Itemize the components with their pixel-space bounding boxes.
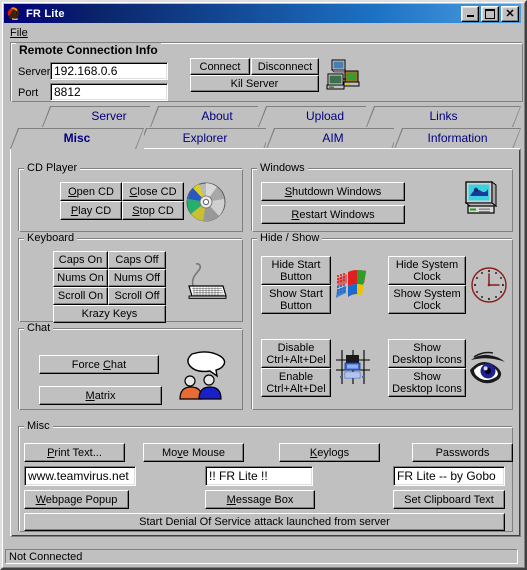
menu-bar: File bbox=[4, 24, 521, 42]
tab-explorer[interactable]: Explorer bbox=[138, 128, 272, 149]
webpage-url-input[interactable]: www.teamvirus.net bbox=[24, 466, 136, 486]
minimize-button[interactable] bbox=[461, 5, 479, 22]
menu-item-file[interactable]: File bbox=[4, 25, 34, 41]
enable-cad-line2: Ctrl+Alt+Del bbox=[266, 382, 326, 395]
keylogs-button[interactable]: Keylogs bbox=[279, 443, 380, 462]
monitor-icon bbox=[464, 180, 500, 218]
connect-button[interactable]: Connect bbox=[190, 58, 250, 75]
task-grid-icon bbox=[335, 348, 371, 386]
hide-desktop-icons-button[interactable]: Show Desktop Icons bbox=[388, 339, 466, 368]
status-text: Not Connected bbox=[5, 549, 518, 564]
misc-group-label: Misc bbox=[24, 420, 53, 432]
tab-about-label: About bbox=[201, 109, 233, 123]
show-icons-line1: Show bbox=[413, 370, 441, 383]
port-input[interactable]: 8812 bbox=[50, 83, 168, 101]
status-bar: Not Connected bbox=[4, 548, 521, 566]
hide-start-line2: Button bbox=[280, 270, 312, 283]
close-button[interactable]: ✕ bbox=[501, 5, 519, 22]
eye-icon bbox=[468, 346, 510, 388]
shutdown-windows-button[interactable]: Shutdown Windows bbox=[261, 182, 405, 201]
tab-control: Server About Upload Links Misc Explorer … bbox=[10, 106, 521, 150]
maximize-button[interactable] bbox=[481, 5, 499, 22]
set-clipboard-text-button[interactable]: Set Clipboard Text bbox=[393, 490, 505, 509]
hide-clock-line1: Hide System bbox=[395, 258, 459, 271]
tab-links-label: Links bbox=[429, 109, 458, 123]
app-window: FR Lite ✕ File Remote Connection Info Se… bbox=[0, 0, 527, 570]
clock-icon bbox=[470, 265, 508, 305]
disable-cad-line1: Disable bbox=[277, 341, 315, 354]
show-start-line1: Show Start bbox=[269, 287, 323, 300]
tab-explorer-label: Explorer bbox=[182, 131, 228, 145]
tab-information-label: Information bbox=[427, 131, 488, 145]
show-start-line2: Button bbox=[280, 299, 312, 312]
tab-aim[interactable]: AIM bbox=[266, 128, 400, 149]
show-clock-line2: Clock bbox=[413, 299, 441, 312]
disconnect-button[interactable]: Disconnect bbox=[251, 58, 319, 75]
hide-icons-line1: Show bbox=[413, 341, 441, 354]
show-desktop-icons-button[interactable]: Show Desktop Icons bbox=[388, 368, 466, 397]
hide-show-group-label: Hide / Show bbox=[257, 232, 323, 244]
message-box-input[interactable]: !! FR Lite !! bbox=[205, 466, 313, 486]
stop-cd-button[interactable]: Stop CD bbox=[122, 201, 184, 220]
chat-people-icon bbox=[174, 348, 232, 402]
scroll-on-button[interactable]: Scroll On bbox=[53, 287, 108, 305]
port-label: Port bbox=[18, 87, 39, 99]
webpage-popup-button[interactable]: Webpage Popup bbox=[24, 490, 129, 509]
window-title: FR Lite bbox=[26, 7, 65, 20]
windows-logo-icon bbox=[335, 270, 369, 300]
restart-windows-button[interactable]: Restart Windows bbox=[261, 205, 405, 224]
chat-group-label: Chat bbox=[24, 322, 54, 334]
cd-player-group-label: CD Player bbox=[24, 162, 81, 174]
play-cd-button[interactable]: Play CD bbox=[60, 201, 122, 220]
force-chat-button[interactable]: Force Chat bbox=[39, 355, 159, 374]
tab-server-label: Server bbox=[91, 109, 127, 123]
disable-cad-line2: Ctrl+Alt+Del bbox=[266, 353, 326, 366]
network-computers-icon bbox=[326, 58, 362, 92]
show-start-button-button[interactable]: Show Start Button bbox=[261, 285, 331, 314]
hide-start-line1: Hide Start bbox=[271, 258, 321, 271]
kill-server-button[interactable]: Kil Server bbox=[190, 75, 319, 92]
close-cd-button[interactable]: Close CD bbox=[122, 182, 184, 201]
open-cd-button[interactable]: Open CD bbox=[60, 182, 122, 201]
show-clock-line1: Show System bbox=[393, 287, 461, 300]
hide-icons-line2: Desktop Icons bbox=[392, 353, 462, 366]
nums-off-button[interactable]: Nums Off bbox=[108, 269, 166, 287]
keyboard-icon bbox=[180, 260, 228, 302]
menu-item-file-label: File bbox=[10, 27, 28, 39]
enable-ctrl-alt-del-button[interactable]: Enable Ctrl+Alt+Del bbox=[261, 368, 331, 397]
tab-misc-label: Misc bbox=[63, 131, 91, 145]
caps-on-button[interactable]: Caps On bbox=[53, 251, 108, 269]
compact-disc-icon bbox=[185, 181, 227, 223]
show-icons-line2: Desktop Icons bbox=[392, 382, 462, 395]
scroll-off-button[interactable]: Scroll Off bbox=[108, 287, 166, 305]
tab-information[interactable]: Information bbox=[394, 128, 521, 149]
disable-ctrl-alt-del-button[interactable]: Disable Ctrl+Alt+Del bbox=[261, 339, 331, 368]
server-input[interactable]: 192.168.0.6 bbox=[50, 62, 168, 80]
windows-group-label: Windows bbox=[257, 162, 308, 174]
server-label: Server bbox=[18, 66, 51, 78]
print-text-button[interactable]: Print Text... bbox=[24, 443, 125, 462]
matrix-button[interactable]: Matrix bbox=[39, 386, 162, 405]
move-mouse-button[interactable]: Move Mouse bbox=[143, 443, 244, 462]
title-bar[interactable]: FR Lite ✕ bbox=[4, 4, 521, 23]
krazy-keys-button[interactable]: Krazy Keys bbox=[53, 305, 166, 323]
caps-off-button[interactable]: Caps Off bbox=[108, 251, 166, 269]
passwords-button[interactable]: Passwords bbox=[412, 443, 513, 462]
hide-start-button-button[interactable]: Hide Start Button bbox=[261, 256, 331, 285]
tab-misc[interactable]: Misc bbox=[10, 128, 144, 149]
dos-attack-button[interactable]: Start Denial Of Service attack launched … bbox=[24, 513, 505, 531]
show-system-clock-button[interactable]: Show System Clock bbox=[388, 285, 466, 314]
hide-clock-line2: Clock bbox=[413, 270, 441, 283]
tab-aim-label: AIM bbox=[322, 131, 344, 145]
tab-links[interactable]: Links bbox=[366, 106, 521, 127]
enable-cad-line1: Enable bbox=[278, 370, 314, 383]
clipboard-text-input[interactable]: FR Lite -- by Gobo bbox=[393, 466, 505, 486]
app-face-icon bbox=[6, 6, 22, 22]
remote-connection-group-label: Remote Connection Info bbox=[16, 43, 161, 57]
keyboard-group-label: Keyboard bbox=[24, 232, 78, 244]
tab-upload-label: Upload bbox=[305, 109, 345, 123]
message-box-button[interactable]: Message Box bbox=[205, 490, 315, 509]
hide-system-clock-button[interactable]: Hide System Clock bbox=[388, 256, 466, 285]
nums-on-button[interactable]: Nums On bbox=[53, 269, 108, 287]
